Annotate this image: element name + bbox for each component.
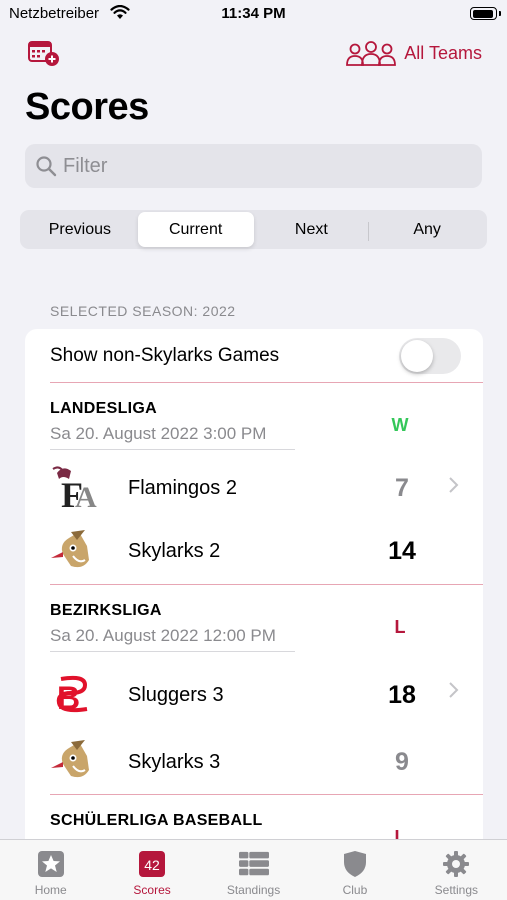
segment-any-label: Any <box>413 220 441 238</box>
team-name: Sluggers 3 <box>128 684 224 706</box>
gear-icon <box>441 850 471 878</box>
time-segmented-control: Previous Current Next Any <box>20 210 487 249</box>
tab-club-label: Club <box>342 883 368 897</box>
section-separator <box>50 382 483 383</box>
team-name: Flamingos 2 <box>128 477 237 499</box>
date-separator <box>50 651 295 652</box>
calendar-add-icon[interactable] <box>27 39 61 67</box>
segment-next[interactable]: Next <box>254 212 370 247</box>
search-bar[interactable] <box>25 144 482 188</box>
tab-club[interactable]: Club <box>304 840 405 900</box>
league-name: SCHÜLERLIGA BASEBALL <box>50 812 263 829</box>
segment-current[interactable]: Current <box>137 212 254 247</box>
league-name: BEZIRKSLIGA <box>50 602 162 619</box>
game-result: W <box>391 415 409 435</box>
tab-scores-label: Scores <box>133 883 171 897</box>
segment-any[interactable]: Any <box>369 212 485 247</box>
people-group-icon <box>346 41 397 66</box>
section-separator <box>50 584 483 585</box>
skylarks-logo <box>51 740 89 778</box>
all-teams-label: All Teams <box>404 42 482 63</box>
skylarks-logo <box>51 530 89 568</box>
tab-home-label: Home <box>34 883 67 897</box>
tab-settings[interactable]: Settings <box>406 840 507 900</box>
segment-previous[interactable]: Previous <box>22 212 138 247</box>
search-icon <box>36 156 57 177</box>
league-name: LANDESLIGA <box>50 400 157 417</box>
clock: 11:34 PM <box>221 5 286 22</box>
toggle-knob <box>401 340 433 372</box>
team-score: 9 <box>395 748 409 776</box>
battery-icon <box>470 7 497 20</box>
toggle-label: Show non-Skylarks Games <box>50 344 280 366</box>
chevron-right-icon <box>449 477 459 493</box>
scores-badge: 42 <box>144 857 160 873</box>
tab-scores[interactable]: 42 Scores <box>101 840 202 900</box>
season-label: SELECTED SEASON: 2022 <box>50 303 236 319</box>
all-teams-button[interactable]: All Teams <box>346 38 482 68</box>
segment-previous-label: Previous <box>48 220 111 238</box>
tab-standings[interactable]: Standings <box>203 840 304 900</box>
search-input[interactable] <box>63 154 443 178</box>
battery-cap <box>499 11 501 16</box>
tab-standings-label: Standings <box>226 883 281 897</box>
games-card: Show non-Skylarks Games LANDESLIGA Sa 20… <box>25 329 483 849</box>
table-icon <box>238 850 269 878</box>
star-icon <box>36 850 66 878</box>
sluggers-logo: B <box>56 675 88 716</box>
section-separator <box>50 794 483 795</box>
chevron-right-icon <box>449 682 459 698</box>
non-skylarks-toggle[interactable] <box>399 338 461 374</box>
team-name: Skylarks 2 <box>128 540 221 562</box>
page-title: Scores <box>25 86 149 128</box>
game-result: L <box>394 617 406 637</box>
team-score: 7 <box>395 474 409 502</box>
shield-icon <box>340 850 370 878</box>
status-bar: Netzbetreiber 11:34 PM <box>0 0 507 30</box>
tab-settings-label: Settings <box>434 883 478 897</box>
date-separator <box>50 449 295 450</box>
game-date: Sa 20. August 2022 12:00 PM <box>50 626 276 645</box>
team-score: 18 <box>388 681 416 709</box>
flamingos-logo: F A <box>52 466 97 513</box>
team-score: 14 <box>388 537 416 565</box>
segment-current-label: Current <box>168 220 223 238</box>
game-date: Sa 20. August 2022 3:00 PM <box>50 424 267 443</box>
tab-bar: Home 42 Scores Standings Club Settings <box>0 839 507 900</box>
svg-text:A: A <box>75 481 97 513</box>
team-name: Skylarks 3 <box>128 751 221 773</box>
tab-home[interactable]: Home <box>0 840 101 900</box>
segment-next-label: Next <box>294 220 328 238</box>
calendar-badge-icon: 42 <box>137 850 167 878</box>
